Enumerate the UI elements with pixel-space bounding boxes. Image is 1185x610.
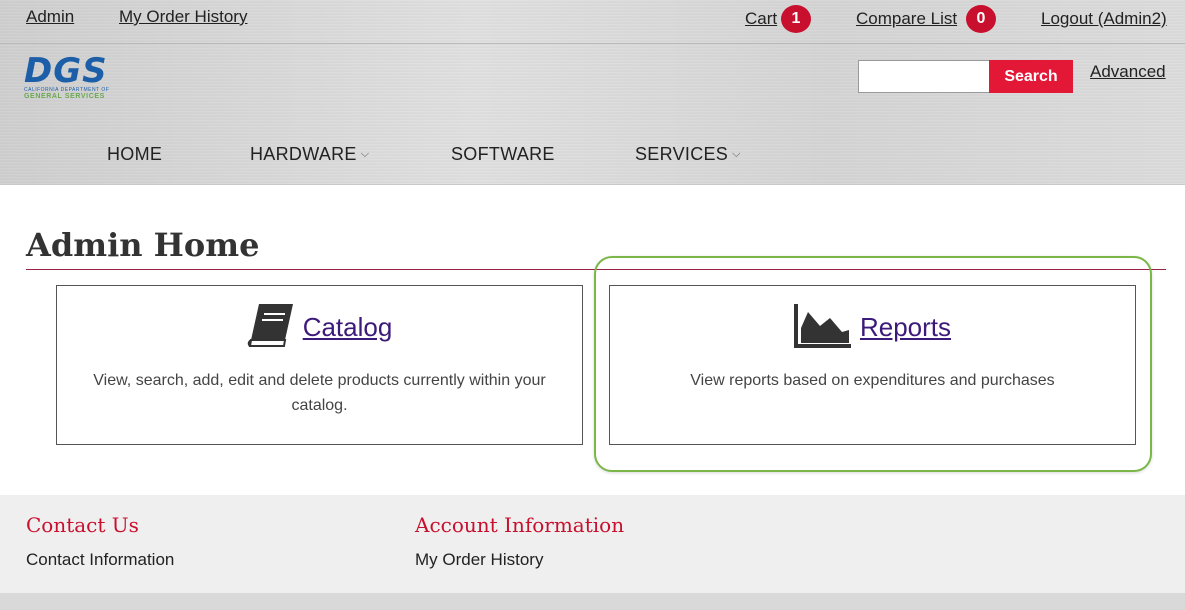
area-chart-icon[interactable] bbox=[793, 302, 852, 353]
footer bbox=[0, 495, 1185, 593]
nav-hardware[interactable]: HARDWARE ⌵ bbox=[250, 144, 369, 165]
cart-count-badge: 1 bbox=[781, 5, 811, 33]
nav-services-label: SERVICES bbox=[635, 144, 729, 164]
account-information-heading: Account Information bbox=[415, 513, 625, 537]
book-icon[interactable] bbox=[247, 302, 295, 353]
footer-order-history-link[interactable]: My Order History bbox=[415, 550, 543, 570]
contact-us-heading: Contact Us bbox=[26, 513, 139, 537]
chevron-down-icon: ⌵ bbox=[732, 148, 741, 160]
logout-link[interactable]: Logout (Admin2) bbox=[1041, 9, 1167, 29]
top-bar: Admin My Order History Cart 1 Compare Li… bbox=[0, 0, 1185, 44]
nav-hardware-label: HARDWARE bbox=[250, 144, 357, 164]
nav-home-label: HOME bbox=[107, 144, 163, 164]
chevron-down-icon: ⌵ bbox=[360, 148, 370, 160]
compare-list-link[interactable]: Compare List bbox=[856, 9, 957, 29]
nav-services[interactable]: SERVICES ⌵ bbox=[635, 144, 741, 165]
advanced-search-link[interactable]: Advanced bbox=[1090, 62, 1166, 82]
compare-count-badge: 0 bbox=[966, 5, 996, 33]
dgs-logo[interactable]: DGS CALIFORNIA DEPARTMENT OF GENERAL SER… bbox=[24, 51, 120, 101]
nav-software-label: SOFTWARE bbox=[451, 144, 555, 164]
reports-link[interactable]: Reports bbox=[860, 312, 951, 343]
cart-link[interactable]: Cart bbox=[745, 9, 777, 29]
catalog-link[interactable]: Catalog bbox=[303, 312, 393, 343]
nav-home[interactable]: HOME bbox=[107, 144, 162, 165]
admin-link[interactable]: Admin bbox=[26, 7, 74, 27]
reports-card: Reports View reports based on expenditur… bbox=[609, 285, 1136, 445]
reports-description: View reports based on expenditures and p… bbox=[690, 372, 1055, 389]
contact-information-link[interactable]: Contact Information bbox=[26, 550, 174, 570]
footer-bottom-bar bbox=[0, 593, 1185, 610]
logo-text: DGS bbox=[24, 51, 108, 91]
catalog-description: View, search, add, edit and delete produ… bbox=[93, 372, 546, 414]
site-header: Admin My Order History Cart 1 Compare Li… bbox=[0, 0, 1185, 185]
nav-software[interactable]: SOFTWARE bbox=[451, 144, 555, 165]
page-title: Admin Home bbox=[26, 226, 260, 264]
order-history-link[interactable]: My Order History bbox=[119, 7, 247, 27]
catalog-card: Catalog View, search, add, edit and dele… bbox=[56, 285, 583, 445]
search-button[interactable]: Search bbox=[989, 60, 1073, 93]
logo-subtitle-2: GENERAL SERVICES bbox=[24, 93, 105, 100]
search-input[interactable] bbox=[858, 60, 990, 93]
